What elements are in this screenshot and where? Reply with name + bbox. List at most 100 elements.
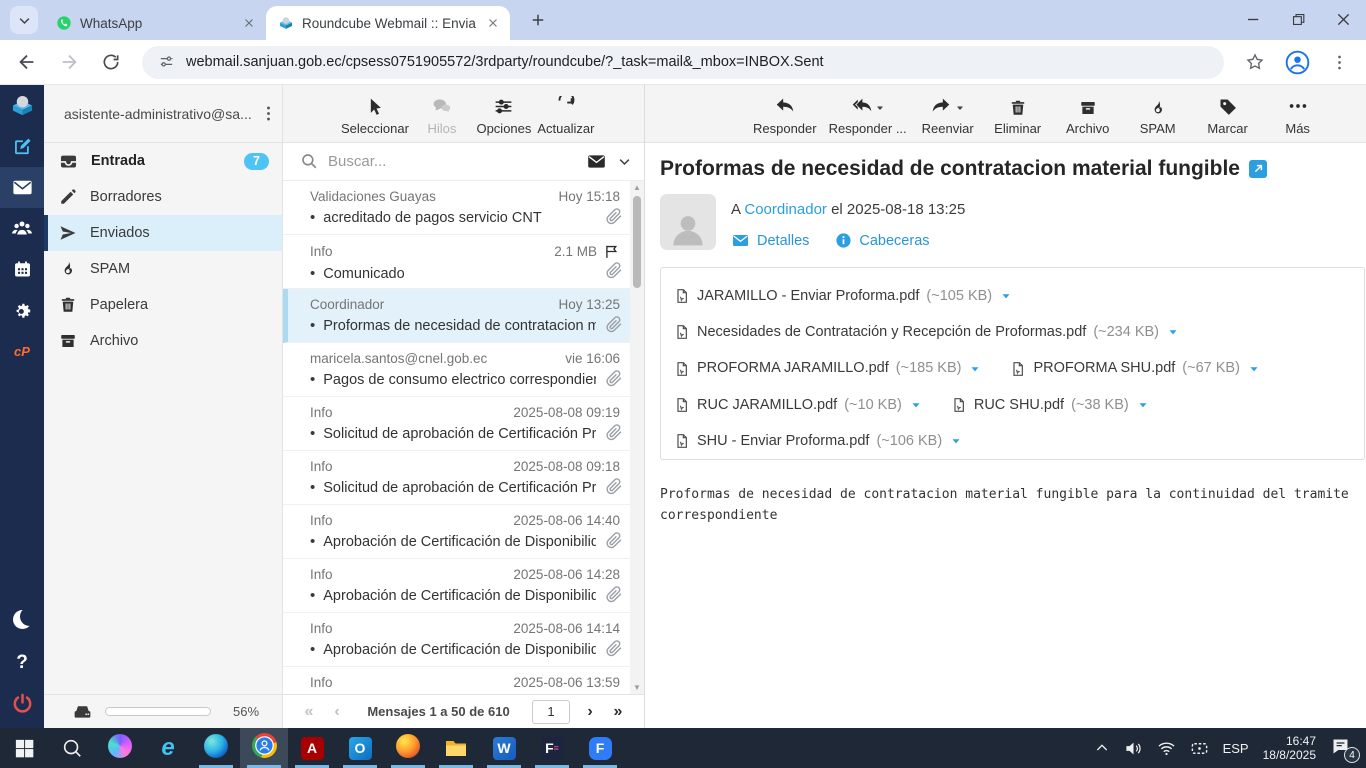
rail-button[interactable] (0, 85, 44, 126)
folder-item[interactable]: SPAM (44, 251, 282, 287)
attachment-menu-caret[interactable] (949, 433, 963, 449)
taskbar-app[interactable] (192, 728, 240, 768)
browser-tab[interactable]: WhatsApp (44, 6, 266, 40)
taskbar-app[interactable]: e (144, 728, 192, 768)
taskbar-app[interactable]: O (336, 728, 384, 768)
details-label[interactable]: Detalles (757, 233, 809, 249)
tray-expand-button[interactable] (1094, 739, 1110, 757)
open-in-new-window-button[interactable] (1248, 159, 1267, 178)
message-row[interactable]: Info 2025-08-06 14:40 • Aprobación de Ce… (283, 505, 630, 559)
tab-search-button[interactable] (10, 6, 38, 34)
prev-page-button[interactable]: ‹ (323, 703, 351, 721)
browser-tab[interactable]: Roundcube Webmail :: Enviados (266, 6, 510, 40)
message-toolbar-button[interactable]: Responder (753, 85, 817, 136)
rail-button[interactable] (0, 126, 44, 167)
message-row[interactable]: Coordinador Hoy 13:25 • Proformas de nec… (283, 289, 630, 343)
message-row[interactable]: Info 2025-08-08 09:18 • Solicitud de apr… (283, 451, 630, 505)
details-toggle[interactable]: Detalles (731, 231, 809, 250)
message-row[interactable]: Validaciones Guayas Hoy 15:18 • acredita… (283, 181, 630, 235)
attachment-menu-caret[interactable] (909, 397, 923, 413)
cast-button[interactable] (1190, 739, 1209, 758)
message-toolbar-button[interactable]: Eliminar (989, 85, 1047, 136)
attachment-menu-caret[interactable] (1247, 360, 1261, 376)
attachment-item[interactable]: PROFORMA SHU.pdf (~67 KB) (1010, 360, 1260, 376)
folder-item[interactable]: Papelera (44, 287, 282, 323)
attachment-menu-caret[interactable] (1166, 324, 1180, 340)
taskbar-app[interactable] (0, 728, 48, 768)
reload-button[interactable] (94, 45, 128, 79)
message-row[interactable]: maricela.santos@cnel.gob.ec vie 16:06 • … (283, 343, 630, 397)
message-row[interactable]: Info 2025-08-06 14:14 • Aprobación de Ce… (283, 613, 630, 667)
rail-button[interactable] (0, 249, 44, 290)
search-input[interactable] (328, 153, 576, 170)
message-toolbar-button[interactable]: Más (1269, 85, 1327, 136)
rail-button[interactable] (0, 208, 44, 249)
rail-button[interactable]: ? (0, 642, 44, 683)
toolbar-dropdown-caret[interactable] (874, 99, 886, 117)
message-toolbar-button[interactable]: Archivo (1059, 85, 1117, 136)
folder-item[interactable]: Archivo (44, 323, 282, 359)
taskbar-app[interactable] (432, 728, 480, 768)
rail-button[interactable] (0, 290, 44, 331)
message-toolbar-button[interactable]: Reenviar (919, 85, 977, 136)
message-row[interactable]: Info 2025-08-06 14:28 • Aprobación de Ce… (283, 559, 630, 613)
attachment-item[interactable]: Necesidades de Contratación y Recepción … (674, 324, 1180, 340)
attachment-item[interactable]: JARAMILLO - Enviar Proforma.pdf (~105 KB… (674, 288, 1013, 304)
headers-toggle[interactable]: Cabeceras (835, 232, 930, 250)
list-toolbar-button[interactable]: Seleccionar (341, 85, 409, 136)
language-indicator[interactable]: ESP (1223, 741, 1249, 756)
close-button[interactable] (1321, 0, 1366, 38)
attachment-item[interactable]: RUC SHU.pdf (~38 KB) (951, 397, 1150, 413)
taskbar-app[interactable] (48, 728, 96, 768)
message-toolbar-button[interactable]: Responder ... (829, 85, 907, 136)
tab-close-button[interactable] (484, 14, 502, 32)
attachment-item[interactable]: PROFORMA JARAMILLO.pdf (~185 KB) (674, 360, 982, 376)
list-toolbar-button[interactable]: Opciones (475, 85, 533, 136)
rail-button[interactable] (0, 683, 44, 724)
rail-button[interactable]: cP (0, 331, 44, 372)
message-row[interactable]: Info 2.1 MB • Comunicado (283, 235, 630, 289)
attachment-item[interactable]: RUC JARAMILLO.pdf (~10 KB) (674, 397, 923, 413)
bookmark-button[interactable] (1238, 45, 1272, 79)
toolbar-dropdown-caret[interactable] (954, 99, 966, 117)
clock[interactable]: 16:47 18/8/2025 (1263, 734, 1316, 762)
account-menu-button[interactable] (259, 104, 278, 123)
folder-item[interactable]: Borradores (44, 179, 282, 215)
forward-button[interactable] (52, 45, 86, 79)
attachment-menu-caret[interactable] (968, 360, 982, 376)
last-page-button[interactable]: » (604, 703, 632, 721)
list-toolbar-button[interactable]: Actualizar (537, 85, 595, 136)
page-input[interactable] (532, 699, 570, 724)
taskbar-app[interactable]: F ≡ (528, 728, 576, 768)
new-tab-button[interactable] (524, 6, 552, 34)
back-button[interactable] (10, 45, 44, 79)
taskbar-app[interactable] (96, 728, 144, 768)
taskbar-app[interactable] (384, 728, 432, 768)
list-scrollbar[interactable]: ▲ ▼ (630, 181, 644, 694)
attachment-item[interactable]: SHU - Enviar Proforma.pdf (~106 KB) (674, 433, 963, 449)
volume-button[interactable] (1124, 739, 1143, 758)
scrollbar-thumb[interactable] (633, 196, 641, 288)
scroll-down-icon[interactable]: ▼ (630, 683, 644, 692)
rail-button[interactable] (0, 601, 44, 642)
folder-item[interactable]: Enviados (44, 215, 282, 251)
message-toolbar-button[interactable]: SPAM (1129, 85, 1187, 136)
taskbar-app[interactable] (240, 728, 288, 768)
taskbar-app[interactable]: W (480, 728, 528, 768)
taskbar-app[interactable]: A (288, 728, 336, 768)
profile-button[interactable] (1280, 45, 1314, 79)
rail-button[interactable] (0, 167, 44, 208)
next-page-button[interactable]: › (576, 703, 604, 721)
restore-button[interactable] (1276, 0, 1321, 38)
taskbar-app[interactable]: F (576, 728, 624, 768)
search-scope-button[interactable] (586, 151, 607, 172)
browser-menu-button[interactable] (1322, 45, 1356, 79)
search-options-caret[interactable] (617, 153, 632, 171)
attachment-menu-caret[interactable] (999, 288, 1013, 304)
list-toolbar-button[interactable]: Hilos (413, 85, 471, 136)
address-bar[interactable]: webmail.sanjuan.gob.ec/cpsess0751905572/… (142, 45, 1224, 79)
notification-center-button[interactable]: 4 (1330, 736, 1360, 763)
message-row[interactable]: Info 2025-08-08 09:19 • Solicitud de apr… (283, 397, 630, 451)
attachment-menu-caret[interactable] (1136, 397, 1150, 413)
minimize-button[interactable] (1231, 0, 1276, 38)
